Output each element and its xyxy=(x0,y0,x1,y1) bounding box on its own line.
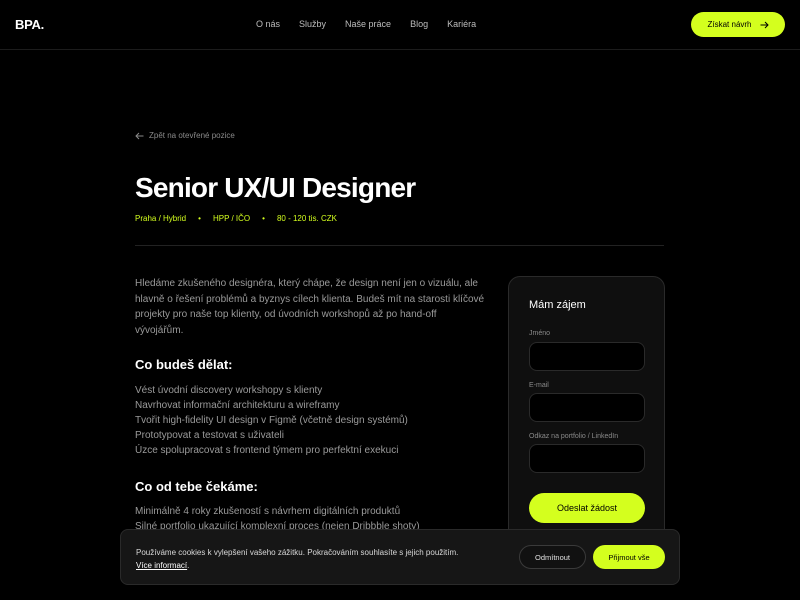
nav-link-blog[interactable]: Blog xyxy=(410,19,428,29)
divider xyxy=(135,245,664,246)
cookie-more-info-link[interactable]: Více informací xyxy=(136,561,187,570)
form-title: Mám zájem xyxy=(529,299,586,311)
job-contract: HPP / IČO xyxy=(212,214,251,223)
job-meta: Praha / Hybrid • HPP / IČO • 80 - 120 ti… xyxy=(135,214,337,223)
section-heading-requirements: Co od tebe čekáme: xyxy=(135,479,258,494)
list-item: Tvořit high-fidelity UI design v Figmě (… xyxy=(135,415,408,426)
back-label: Zpět na otevřené pozice xyxy=(149,131,235,140)
cookie-text: Používáme cookies k vylepšení vašeho záž… xyxy=(136,546,516,572)
arrow-right-icon xyxy=(760,21,769,28)
job-intro: Hledáme zkušeného designéra, který chápe… xyxy=(135,278,485,336)
portfolio-field[interactable] xyxy=(529,444,645,473)
name-field[interactable] xyxy=(529,342,645,371)
email-label: E-mail xyxy=(529,382,549,389)
duties-list: Vést úvodní discovery workshopy s klient… xyxy=(135,383,495,458)
logo[interactable]: BPA. xyxy=(15,17,44,32)
top-navbar: BPA. O nás Služby Naše práce Blog Kariér… xyxy=(0,0,800,50)
main-nav: O nás Služby Naše práce Blog Kariéra xyxy=(256,19,495,29)
get-proposal-label: Získat návrh xyxy=(707,20,752,29)
email-field[interactable] xyxy=(529,393,645,422)
job-salary: 80 - 120 tis. CZK xyxy=(276,214,337,223)
back-to-positions-link[interactable]: Zpět na otevřené pozice xyxy=(135,131,235,140)
submit-application-button[interactable]: Odeslat žádost xyxy=(529,493,645,523)
list-item: Prototypovat a testovat s uživateli xyxy=(135,430,284,441)
arrow-left-icon xyxy=(135,132,144,139)
job-location: Praha / Hybrid xyxy=(135,214,187,223)
name-label: Jméno xyxy=(529,330,551,337)
nav-link-services[interactable]: Služby xyxy=(299,19,326,29)
nav-link-work[interactable]: Naše práce xyxy=(345,19,391,29)
list-item: Úzce spolupracovat s frontend týmem pro … xyxy=(135,445,399,456)
section-heading-duties: Co budeš dělat: xyxy=(135,357,233,372)
cookie-banner: Používáme cookies k vylepšení vašeho záž… xyxy=(120,529,680,585)
decline-cookies-button[interactable]: Odmítnout xyxy=(519,545,586,569)
portfolio-label: Odkaz na portfolio / LinkedIn xyxy=(529,433,619,440)
meta-separator: • xyxy=(262,214,265,223)
accept-all-cookies-button[interactable]: Přijmout vše xyxy=(593,545,665,569)
list-item: Vést úvodní discovery workshopy s klient… xyxy=(135,385,323,396)
application-form: Mám zájem Jméno E-mail Odkaz na portfoli… xyxy=(508,276,665,546)
list-item: Navrhovat informační architekturu a wire… xyxy=(135,400,340,411)
cookie-more-suffix: . xyxy=(187,561,190,570)
list-item: Minimálně 4 roky zkušeností s návrhem di… xyxy=(135,506,401,517)
cookie-message: Používáme cookies k vylepšení vašeho záž… xyxy=(136,548,459,557)
get-proposal-button[interactable]: Získat návrh xyxy=(691,12,785,37)
nav-link-career[interactable]: Kariéra xyxy=(447,19,476,29)
meta-separator: • xyxy=(198,214,201,223)
nav-link-about[interactable]: O nás xyxy=(256,19,280,29)
job-title: Senior UX/UI Designer xyxy=(135,172,416,203)
